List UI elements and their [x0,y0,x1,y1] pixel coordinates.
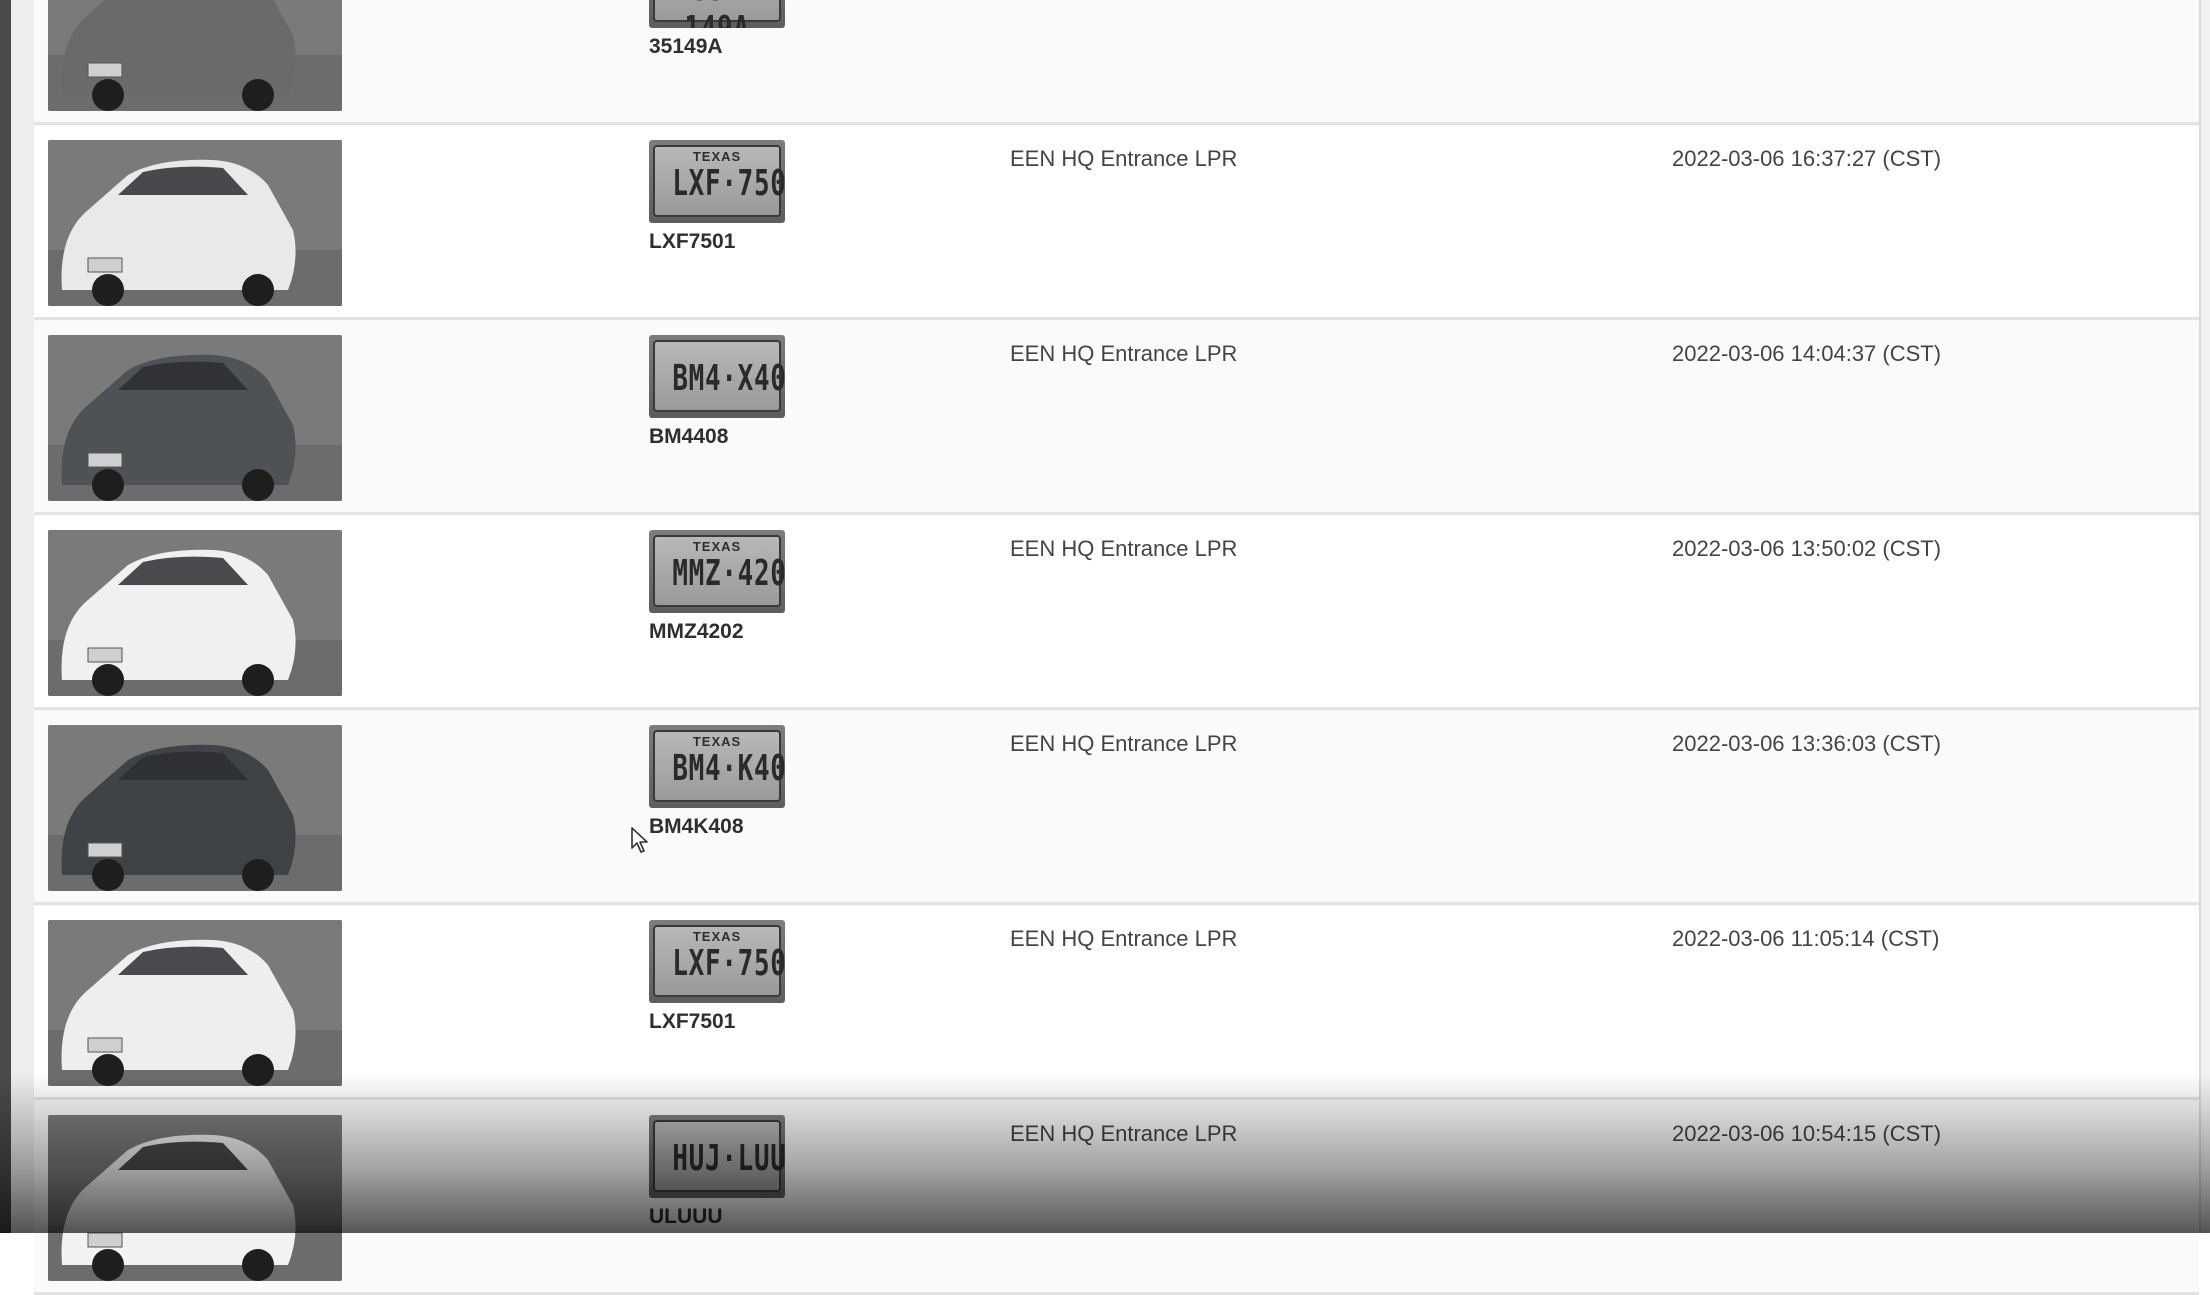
plate-characters: BM4·K408 [672,748,785,789]
camera-name: EEN HQ Entrance LPR [1010,1121,1238,1146]
right-margin [2201,0,2210,1233]
plate-crop-image[interactable]: TEXASBM4·K408 [649,725,785,808]
vehicle-thumbnail[interactable] [48,0,342,111]
plate-crop-image[interactable]: HUJ·LUUU [649,1115,785,1198]
timestamp: 2022-03-06 10:54:15 (CST) [1672,1121,1942,1146]
license-plate: TEXASLXF·7501 [653,925,785,997]
window-left-edge [0,0,11,1233]
plate-crop-image[interactable]: TEXASLXF·7501 [649,140,785,223]
license-plate: TEXASBM4·K408 [653,730,785,802]
timestamp: 2022-03-06 16:37:27 (CST) [1672,146,1942,171]
camera-name: EEN HQ Entrance LPR [1010,146,1238,171]
timestamp: 2022-03-06 11:05:14 (CST) [1672,926,1940,951]
camera-name: EEN HQ Entrance LPR [1010,926,1238,951]
plate-number: 35149A [649,35,723,58]
license-plate: HUJ·LUUU [653,1120,785,1192]
lpr-results-list: 35-149A35149ATEXASLXF·7501LXF7501EEN HQ … [34,0,2201,1295]
lpr-row[interactable]: TEXASLXF·7501 LXF7501 EEN HQ Entrance LPR 2… [34,906,2199,1100]
camera-name: EEN HQ Entrance LPR [1010,731,1238,756]
lpr-row[interactable]: 35-149A 35149A [34,0,2199,125]
lpr-row[interactable]: TEXASLXF·7501 LXF7501 EEN HQ Entrance LPR 2… [34,126,2199,320]
plate-state: TEXAS [692,929,742,944]
plate-crop-image[interactable]: TEXASMMZ·4202 [649,530,785,613]
plate-state: TEXAS [692,149,742,164]
timestamp: 2022-03-06 13:50:02 (CST) [1672,536,1942,561]
plate-number: LXF7501 [649,1010,736,1033]
plate-crop-image[interactable]: 35-149A [649,0,785,28]
plate-characters: MMZ·4202 [672,553,785,594]
plate-characters: HUJ·LUUU [672,1138,785,1179]
plate-number: BM4K408 [649,815,744,838]
vehicle-thumbnail[interactable] [48,140,342,306]
plate-crop-image[interactable]: BM4·X408 [649,335,785,418]
plate-state: TEXAS [692,539,742,554]
plate-crop-image[interactable]: TEXASLXF·7501 [649,920,785,1003]
license-plate: TEXASMMZ·4202 [653,535,785,607]
camera-name: EEN HQ Entrance LPR [1010,341,1238,366]
license-plate: BM4·X408 [653,340,785,412]
vehicle-thumbnail[interactable] [48,335,342,501]
vehicle-thumbnail[interactable] [48,725,342,891]
lpr-row[interactable]: BM4·X408 BM4408 EEN HQ Entrance LPR 2022-03… [34,321,2199,515]
lpr-row[interactable]: HUJ·LUUU ULUUU EEN HQ Entrance LPR 2022-03-… [34,1101,2199,1295]
plate-number: LXF7501 [649,230,736,253]
license-plate: 35-149A [653,0,781,28]
left-gutter [11,0,34,1233]
plate-characters: 35-149A [672,0,761,28]
vehicle-thumbnail[interactable] [48,1115,342,1281]
plate-state: TEXAS [692,734,742,749]
lpr-row[interactable]: TEXASMMZ·4202 MMZ4202 EEN HQ Entrance LPR 2… [34,516,2199,710]
plate-characters: BM4·X408 [672,358,785,399]
plate-characters: LXF·7501 [672,163,785,204]
camera-name: EEN HQ Entrance LPR [1010,536,1238,561]
vehicle-thumbnail[interactable] [48,530,342,696]
plate-number: ULUUU [649,1205,723,1228]
plate-number: MMZ4202 [649,620,744,643]
timestamp: 2022-03-06 14:04:37 (CST) [1672,341,1942,366]
license-plate: TEXASLXF·7501 [653,145,785,217]
plate-number: BM4408 [649,425,729,448]
timestamp: 2022-03-06 13:36:03 (CST) [1672,731,1942,756]
plate-characters: LXF·7501 [672,943,785,984]
vehicle-thumbnail[interactable] [48,920,342,1086]
mouse-pointer-icon [631,827,648,853]
lpr-row[interactable]: TEXASBM4·K408 BM4K408 EEN HQ Entrance LPR 2… [34,711,2199,905]
